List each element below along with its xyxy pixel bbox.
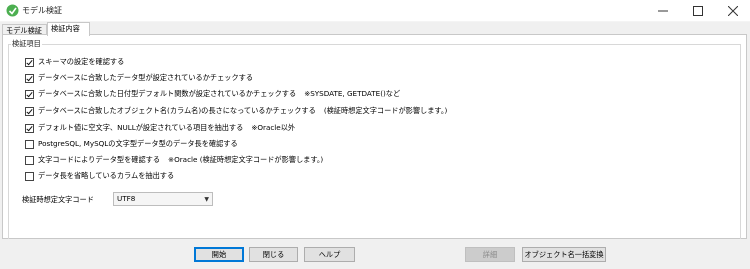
check-item-date-default[interactable]: データベースに合致した日付型デフォルト関数が設定されているかチェックする ※SY… xyxy=(25,89,400,99)
encoding-value: UTF8 xyxy=(117,194,136,203)
check-item-label: データベースに合致したオブジェクト名(カラム名)の長さになっているかチェックする xyxy=(38,106,316,115)
check-item-default-empty-null[interactable]: デフォルト値に空文字、NULLが設定されている項目を抽出する ※Oracle以外 xyxy=(25,123,295,133)
window-title: モデル検証 xyxy=(22,6,62,15)
checkbox[interactable] xyxy=(25,155,34,165)
checkbox[interactable] xyxy=(25,57,34,67)
check-item-note: ※Oracle (検証時想定文字コードが影響します。) xyxy=(168,155,324,164)
check-item-note: ※SYSDATE, GETDATE()など xyxy=(304,89,401,98)
tab-strip: モデル検証 検証内容 xyxy=(0,21,750,36)
check-item-note: (検証時想定文字コードが影響します。) xyxy=(323,106,448,115)
start-button[interactable]: 開始 xyxy=(194,247,244,262)
check-item-omitted-length[interactable]: データ長を省略しているカラムを抽出する xyxy=(25,171,174,181)
maximize-icon xyxy=(693,5,703,16)
details-button[interactable]: 詳細 xyxy=(465,247,515,262)
check-item-char-length[interactable]: PostgreSQL, MySQLの文字型データ型のデータ長を確認する xyxy=(25,139,238,149)
app-icon xyxy=(6,4,19,17)
close-button[interactable]: 閉じる xyxy=(249,247,298,262)
close-icon xyxy=(728,5,738,16)
check-item-object-name-length[interactable]: データベースに合致したオブジェクト名(カラム名)の長さになっているかチェックする… xyxy=(25,106,447,116)
chevron-down-icon: ▼ xyxy=(204,196,209,203)
minimize-icon xyxy=(658,10,668,11)
check-item-datatype[interactable]: データベースに合致したデータ型が設定されているかチェックする xyxy=(25,73,253,83)
checkbox[interactable] xyxy=(25,106,34,116)
close-window-button[interactable] xyxy=(716,0,750,21)
check-item-label: 文字コードによりデータ型を確認する xyxy=(38,155,161,164)
bulk-rename-objects-button[interactable]: オブジェクト名一括変換 xyxy=(522,247,606,262)
model-validation-window: モデル検証 モデル検証 検証内容 検証項目 スキーマの設定を確認する データベー… xyxy=(0,0,750,269)
check-item-schema[interactable]: スキーマの設定を確認する xyxy=(25,57,124,67)
encoding-label: 検証時想定文字コード xyxy=(22,195,94,204)
checkbox[interactable] xyxy=(25,123,34,133)
check-item-label: デフォルト値に空文字、NULLが設定されている項目を抽出する xyxy=(38,123,244,132)
tab-validation-content[interactable]: 検証内容 xyxy=(47,22,90,36)
check-item-label: PostgreSQL, MySQLの文字型データ型のデータ長を確認する xyxy=(38,139,238,148)
checkbox[interactable] xyxy=(25,171,34,181)
check-item-label: データベースに合致したデータ型が設定されているかチェックする xyxy=(38,73,254,82)
checkbox[interactable] xyxy=(25,139,34,149)
checkbox[interactable] xyxy=(25,73,34,83)
help-button[interactable]: ヘルプ xyxy=(304,247,355,262)
minimize-button[interactable] xyxy=(646,0,680,21)
group-legend: 検証項目 xyxy=(11,39,42,49)
check-item-label: スキーマの設定を確認する xyxy=(38,57,125,66)
check-item-label: データ長を省略しているカラムを抽出する xyxy=(38,171,175,180)
check-item-note: ※Oracle以外 xyxy=(251,123,296,132)
checkbox[interactable] xyxy=(25,89,34,99)
tab-panel: 検証項目 スキーマの設定を確認する データベースに合致したデータ型が設定されてい… xyxy=(2,34,747,239)
maximize-button[interactable] xyxy=(681,0,715,21)
check-item-charset-datatype[interactable]: 文字コードによりデータ型を確認する ※Oracle (検証時想定文字コードが影響… xyxy=(25,155,323,165)
check-item-label: データベースに合致した日付型デフォルト関数が設定されているかチェックする xyxy=(38,89,297,98)
title-bar: モデル検証 xyxy=(0,0,750,22)
encoding-select[interactable]: UTF8 ▼ xyxy=(113,192,213,206)
